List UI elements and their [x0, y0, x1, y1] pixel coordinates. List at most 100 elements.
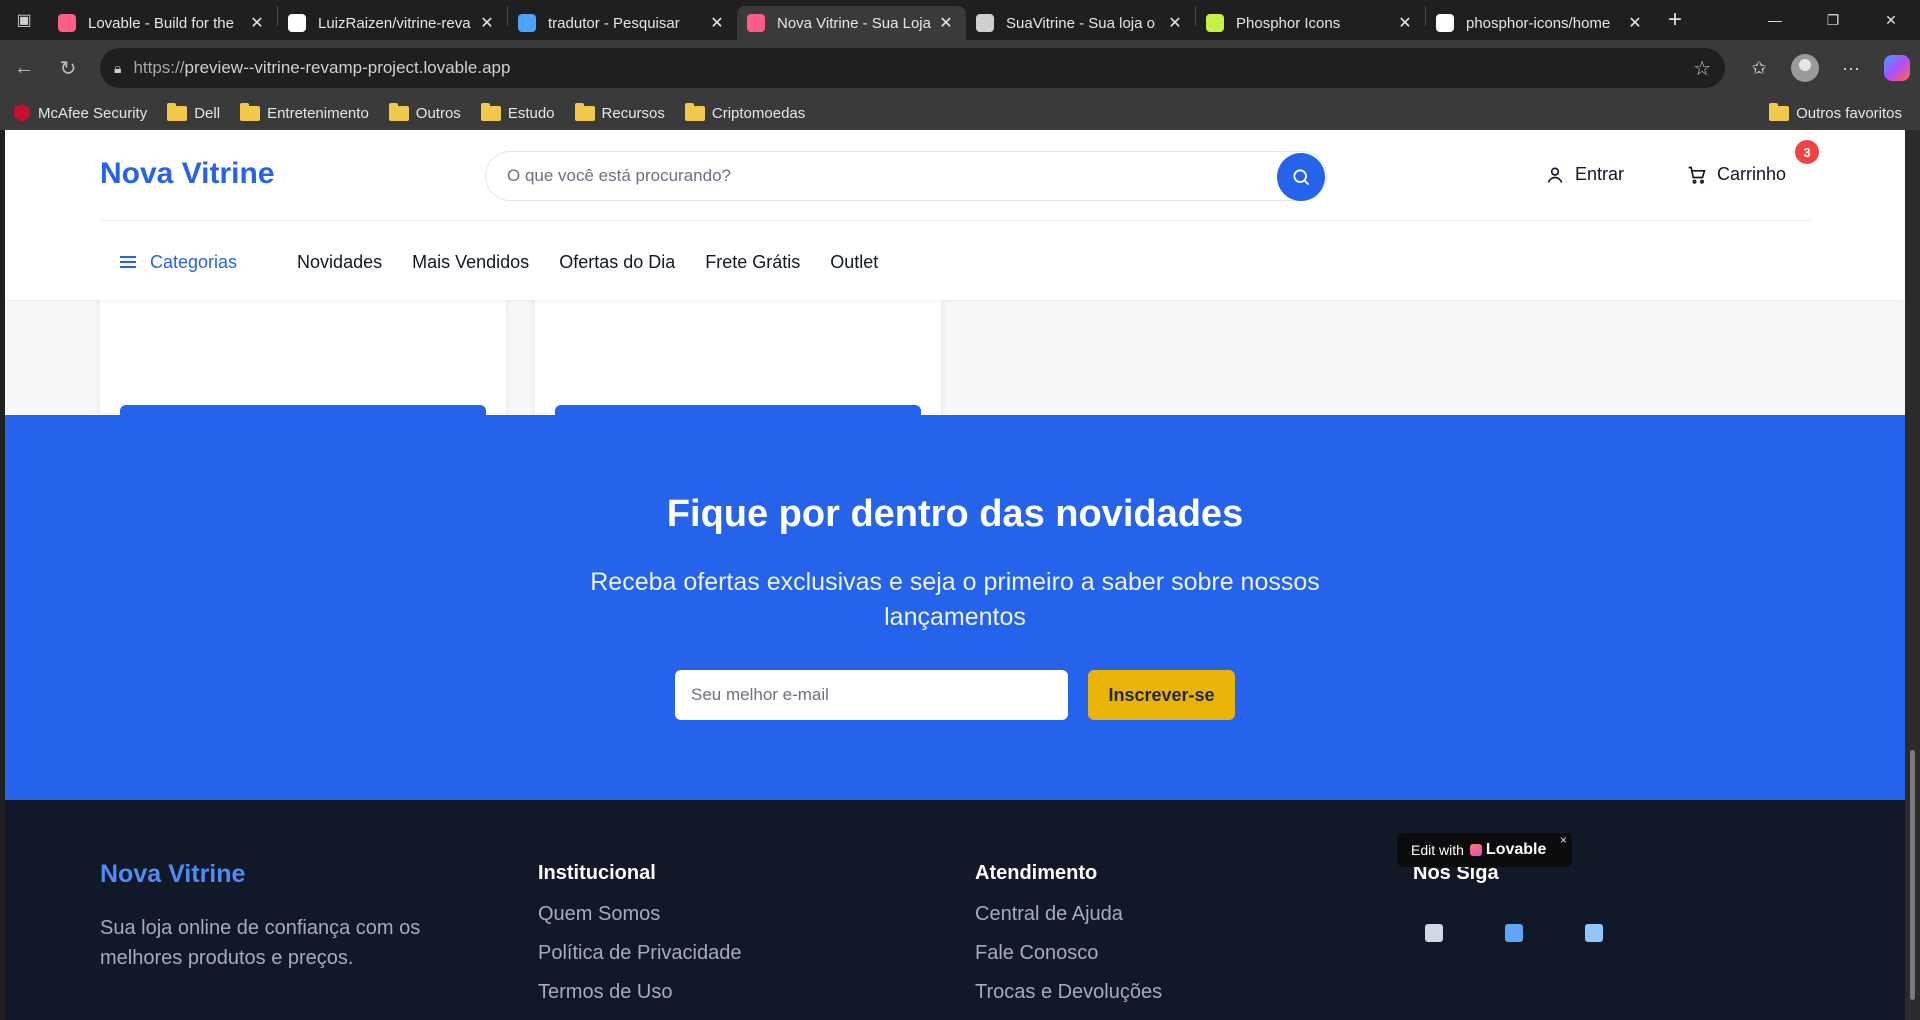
bookmark-item[interactable]: Estudo — [480, 102, 555, 122]
tv-icon[interactable] — [1585, 924, 1603, 942]
profile-button[interactable] — [1782, 46, 1828, 90]
newsletter-section: Fique por dentro das novidades Receba of… — [5, 415, 1905, 800]
back-button[interactable]: ← — [2, 46, 46, 90]
reload-button[interactable]: ↻ — [46, 46, 90, 90]
copilot-button[interactable] — [1874, 46, 1920, 90]
close-icon[interactable]: ✕ — [1625, 13, 1645, 33]
nav-link-outlet[interactable]: Outlet — [830, 252, 878, 273]
categories-label: Categorias — [150, 251, 238, 272]
close-icon[interactable]: ✕ — [936, 13, 956, 33]
bookmark-item[interactable]: Entretenimento — [240, 102, 369, 122]
other-favorites[interactable]: Outros favoritos — [1769, 96, 1902, 130]
site-header: Nova Vitrine Entrar Carrinho 3 Categoria… — [5, 130, 1905, 300]
avatar — [1791, 54, 1819, 82]
close-icon[interactable]: ✕ — [707, 13, 727, 33]
close-icon[interactable]: ✕ — [1395, 13, 1415, 33]
site-info-icon[interactable]: 🔒︎ — [114, 60, 121, 77]
close-icon[interactable]: × — [1560, 833, 1567, 847]
email-field[interactable] — [675, 670, 1068, 720]
favorite-star-icon[interactable]: ☆ — [1693, 56, 1711, 81]
folder-icon — [574, 102, 595, 121]
phosphor-icon — [1206, 14, 1224, 32]
bookmark-item[interactable]: Dell — [167, 102, 220, 122]
phone-icon[interactable] — [1505, 924, 1523, 942]
favorites-icon[interactable]: ✩ — [1736, 46, 1782, 90]
cart-label: Carrinho — [1717, 164, 1787, 184]
bookmark-label: Outros — [415, 104, 461, 122]
folder-icon — [240, 102, 261, 121]
nav-link-novidades[interactable]: Novidades — [297, 252, 382, 273]
bookmark-item[interactable]: McAfee Security — [14, 104, 147, 122]
page-scrollbar[interactable] — [1905, 130, 1920, 1020]
badge-prefix: Edit with — [1411, 842, 1464, 858]
bookmark-list: McAfee Security Dell Entretenimento Outros E… — [14, 102, 825, 122]
page-viewport: Nova Vitrine Entrar Carrinho 3 Categoria… — [5, 130, 1905, 1020]
tab-title: Phosphor Icons — [1236, 14, 1341, 32]
footer-column-nos-siga: Nos Siga — [1413, 862, 1499, 903]
bookmark-item[interactable]: Recursos — [574, 102, 665, 122]
new-tab-button[interactable]: + — [1655, 0, 1695, 40]
login-button[interactable]: Entrar — [1545, 164, 1624, 185]
browser-tab[interactable]: Phosphor Icons ✕ — [1196, 6, 1425, 40]
search-input[interactable] — [487, 153, 1247, 199]
browser-tab[interactable]: Lovable - Build for the ✕ — [48, 6, 277, 40]
close-icon[interactable]: ✕ — [247, 13, 267, 33]
nav-link-ofertas-do-dia[interactable]: Ofertas do Dia — [559, 252, 675, 273]
categories-menu-button[interactable]: Categorias — [120, 252, 237, 273]
close-icon[interactable]: ✕ — [1165, 13, 1185, 33]
close-window-button[interactable]: ✕ — [1862, 0, 1920, 40]
address-bar[interactable]: 🔒︎ https://preview--vitrine-revamp-proje… — [100, 48, 1725, 88]
subscribe-button[interactable]: Inscrever-se — [1088, 670, 1235, 720]
footer-link[interactable]: Central de Ajuda — [975, 903, 1162, 926]
tab-title: LuizRaizen/vitrine-reva — [318, 14, 471, 32]
restore-button[interactable]: ❐ — [1804, 0, 1862, 40]
footer-link[interactable]: Termos de Uso — [538, 981, 741, 1004]
bookmark-item[interactable]: Criptomoedas — [684, 102, 806, 122]
cart-count-badge: 3 — [1795, 140, 1819, 164]
user-icon — [1547, 167, 1563, 183]
bookmarks-bar: McAfee Security Dell Entretenimento Outros E… — [0, 96, 1920, 130]
scrollbar-thumb[interactable] — [1910, 750, 1915, 1000]
login-label: Entrar — [1575, 164, 1625, 184]
folder-icon — [1769, 102, 1790, 121]
browser-tab[interactable]: tradutor - Pesquisar ✕ — [508, 6, 737, 40]
search-button[interactable] — [1277, 153, 1325, 201]
folder-icon — [480, 102, 501, 121]
bookmark-label: Criptomoedas — [711, 104, 806, 122]
tab-title: tradutor - Pesquisar — [548, 14, 680, 32]
minimize-button[interactable]: — — [1746, 0, 1804, 40]
footer-column-atendimento: Atendimento Central de Ajuda Fale Conosc… — [975, 862, 1162, 1020]
window-controls: — ❐ ✕ — [1746, 0, 1920, 40]
browser-tab[interactable]: LuizRaizen/vitrine-reva ✕ — [278, 6, 507, 40]
tab-title: SuaVitrine - Sua loja o — [1006, 14, 1155, 32]
tab-actions-icon[interactable]: ▣ — [0, 0, 48, 40]
browser-tab[interactable]: Nova Vitrine - Sua Loja ✕ — [737, 6, 966, 40]
tab-title: phosphor-icons/home — [1466, 14, 1611, 32]
footer-column-institucional: Institucional Quem Somos Política de Pri… — [538, 862, 741, 1020]
bookmark-item[interactable]: Outros — [388, 102, 461, 122]
browser-tab[interactable]: SuaVitrine - Sua loja o ✕ — [966, 6, 1195, 40]
nav-link-mais-vendidos[interactable]: Mais Vendidos — [412, 252, 529, 273]
nav-link-frete-gratis[interactable]: Frete Grátis — [705, 252, 800, 273]
site-logo[interactable]: Nova Vitrine — [100, 157, 275, 191]
footer-column-title: Atendimento — [975, 862, 1098, 884]
more-menu-icon[interactable]: ··· — [1828, 46, 1874, 90]
category-nav: Categorias Novidades Mais Vendidos Ofert… — [100, 250, 908, 274]
footer-logo[interactable]: Nova Vitrine — [100, 860, 245, 889]
newsletter-subtitle: Receba ofertas exclusivas e seja o prime… — [590, 568, 1320, 631]
cart-button[interactable]: Carrinho — [1687, 164, 1786, 185]
tab-strip: Lovable - Build for the ✕ LuizRaizen/vitri… — [48, 0, 1655, 40]
footer-link[interactable]: Trocas e Devoluções — [975, 981, 1162, 1004]
footer-link[interactable]: Quem Somos — [538, 903, 741, 926]
edit-with-lovable-badge[interactable]: Edit with Lovable × — [1397, 833, 1572, 867]
browser-tab[interactable]: phosphor-icons/home ✕ — [1426, 6, 1655, 40]
close-icon[interactable]: ✕ — [477, 13, 497, 33]
browser-toolbar: ← ↻ 🔒︎ https://preview--vitrine-revamp-p… — [0, 40, 1920, 96]
camera-icon[interactable] — [1425, 924, 1443, 942]
footer-link[interactable]: Política de Privacidade — [538, 942, 741, 965]
folder-icon — [684, 102, 705, 121]
copilot-icon — [1884, 55, 1910, 81]
folder-icon — [388, 102, 409, 121]
footer-link[interactable]: Fale Conosco — [975, 942, 1162, 965]
menu-icon — [120, 256, 136, 268]
